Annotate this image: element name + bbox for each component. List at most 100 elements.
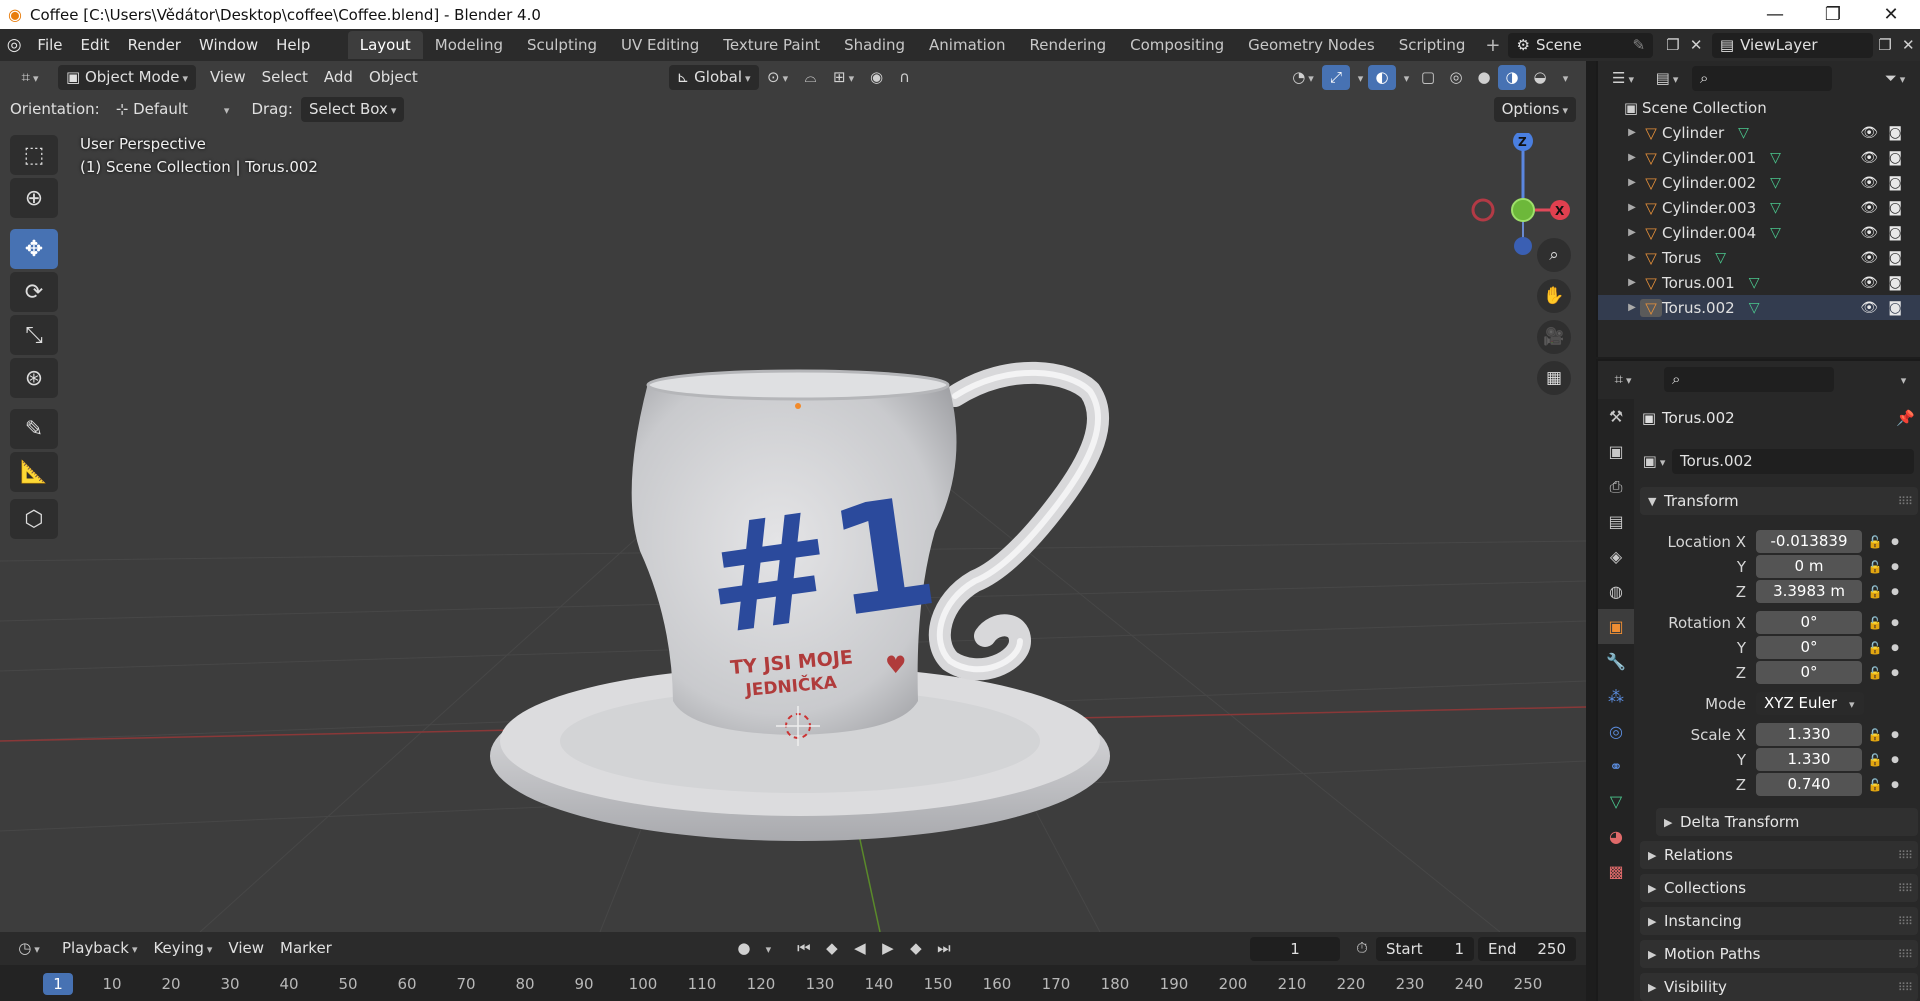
expand-icon[interactable]: ▶ (1624, 277, 1640, 288)
tab-geometry-nodes[interactable]: Geometry Nodes (1236, 31, 1387, 59)
xray-toggle-icon[interactable]: ▢ (1414, 65, 1442, 90)
tab-scripting[interactable]: Scripting (1387, 31, 1478, 59)
gizmo-dropdown-icon[interactable]: ▾ (1350, 65, 1368, 90)
rotation-mode-select[interactable]: XYZ Euler ▾ (1756, 692, 1864, 715)
tab-compositing[interactable]: Compositing (1118, 31, 1236, 59)
expand-icon[interactable]: ▶ (1624, 252, 1640, 263)
expand-icon[interactable]: ▶ (1624, 227, 1640, 238)
pan-hand-icon[interactable]: ✋ (1537, 279, 1571, 313)
expand-icon[interactable]: ▶ (1624, 177, 1640, 188)
zoom-icon[interactable]: ⌕ (1537, 238, 1571, 272)
lock-icon[interactable]: 🔓 (1862, 666, 1888, 680)
filter-icon[interactable]: ⏷ ▾ (1876, 66, 1914, 91)
menu-object[interactable]: Object (361, 65, 426, 90)
menu-select[interactable]: Select (254, 65, 316, 90)
keyframe-dot-icon[interactable]: ● (1888, 780, 1902, 790)
pivot-point-icon[interactable]: ⊙ ▾ (759, 65, 797, 90)
rotate-tool-icon[interactable]: ⟳ (10, 272, 58, 312)
eye-icon[interactable]: 👁 (1860, 300, 1878, 316)
snap-target-icon[interactable]: ⊞ ▾ (825, 65, 863, 90)
keyframe-dot-icon[interactable]: ● (1888, 730, 1902, 740)
keyframe-dot-icon[interactable]: ● (1888, 618, 1902, 628)
eye-icon[interactable]: 👁 (1860, 200, 1878, 216)
delete-view-layer-icon[interactable]: ✕ (1897, 33, 1920, 58)
options-dropdown[interactable]: Options ▾ (1493, 96, 1576, 122)
eye-icon[interactable]: 👁 (1860, 225, 1878, 241)
eye-icon[interactable]: 👁 (1860, 250, 1878, 266)
camera-icon[interactable]: ◙ (1888, 125, 1902, 141)
mesh-data-icon[interactable]: ▽ (1770, 225, 1781, 241)
camera-icon[interactable]: ◙ (1888, 300, 1902, 316)
outliner-row-cylinder[interactable]: ▶ ▽ Cylinder ▽ 👁 ◙ (1598, 120, 1920, 145)
camera-icon[interactable]: ◙ (1888, 150, 1902, 166)
visibility-selector-icon[interactable]: ◔ ▾ (1284, 65, 1322, 90)
location-y-field[interactable]: 0 m (1756, 555, 1862, 578)
location-z-field[interactable]: 3.3983 m (1756, 580, 1862, 603)
rotation-x-field[interactable]: 0° (1756, 611, 1862, 634)
solid-shading-icon[interactable]: ● (1470, 65, 1498, 90)
object-tab-icon[interactable]: ▣ (1598, 609, 1634, 644)
proportional-edit-icon[interactable]: ◉ (863, 65, 891, 90)
camera-icon[interactable]: ◙ (1888, 225, 1902, 241)
pin-icon[interactable]: 📌 (1896, 409, 1920, 427)
expand-icon[interactable]: ▶ (1624, 152, 1640, 163)
material-tab-icon[interactable]: ◕ (1598, 819, 1634, 854)
jump-start-icon[interactable]: ⏮ (790, 936, 818, 961)
material-shading-icon[interactable]: ◑ (1498, 65, 1526, 90)
lock-icon[interactable]: 🔓 (1862, 728, 1888, 742)
menu-render[interactable]: Render (119, 32, 190, 58)
scale-z-field[interactable]: 0.740 (1756, 773, 1862, 796)
mode-selector[interactable]: ▣ Object Mode ▾ (58, 65, 196, 90)
menu-keying[interactable]: Keying ▾ (145, 936, 220, 961)
play-icon[interactable]: ▶ (874, 936, 902, 961)
new-scene-icon[interactable]: ❐ (1661, 33, 1684, 58)
menu-timeline-view[interactable]: View (220, 936, 272, 961)
tab-animation[interactable]: Animation (917, 31, 1017, 59)
view-layer-selector[interactable]: ▤ ViewLayer (1711, 32, 1874, 58)
delete-scene-icon[interactable]: ✕ (1685, 33, 1708, 58)
data-tab-icon[interactable]: ▽ (1598, 784, 1634, 819)
camera-icon[interactable]: ◙ (1888, 175, 1902, 191)
next-keyframe-icon[interactable]: ◆ (902, 936, 930, 961)
location-x-field[interactable]: -0.013839 (1756, 530, 1862, 553)
lock-icon[interactable]: 🔓 (1862, 753, 1888, 767)
expand-icon[interactable]: ▶ (1624, 202, 1640, 213)
motion-paths-panel-header[interactable]: ▶ Motion Paths ⠿⠿ (1640, 940, 1918, 968)
camera-view-icon[interactable]: 🎥 (1537, 320, 1571, 354)
camera-icon[interactable]: ◙ (1888, 275, 1902, 291)
snap-toggle-icon[interactable]: ⌓ (797, 65, 825, 90)
scale-tool-icon[interactable]: ⤡ (10, 315, 58, 355)
keyframe-dot-icon[interactable]: ● (1888, 537, 1902, 547)
drag-handle-icon[interactable]: ⠿⠿ (1898, 495, 1913, 508)
jump-end-icon[interactable]: ⏭ (930, 936, 958, 961)
tab-layout[interactable]: Layout (347, 31, 423, 59)
auto-keying-icon[interactable]: ● (730, 936, 758, 961)
measure-tool-icon[interactable]: 📐 (10, 452, 58, 492)
outliner-row-cylinder-001[interactable]: ▶ ▽ Cylinder.001 ▽ 👁 ◙ (1598, 145, 1920, 170)
scene-selector[interactable]: ⚙ Scene ✎ (1508, 32, 1654, 58)
tab-texture-paint[interactable]: Texture Paint (711, 31, 832, 59)
physics-tab-icon[interactable]: ◎ (1598, 714, 1634, 749)
menu-add[interactable]: Add (316, 65, 361, 90)
shading-dropdown-icon[interactable]: ▾ (1554, 65, 1574, 90)
mesh-data-icon[interactable]: ▽ (1770, 175, 1781, 191)
timeline-editor-type-icon[interactable]: ◷ ▾ (10, 936, 48, 961)
datablock-type-icon[interactable]: ▣ ▾ (1636, 449, 1672, 474)
ortho-grid-icon[interactable]: ▦ (1537, 361, 1571, 395)
outliner-row-cylinder-004[interactable]: ▶ ▽ Cylinder.004 ▽ 👁 ◙ (1598, 220, 1920, 245)
modifier-tab-icon[interactable]: 🔧 (1598, 644, 1634, 679)
maximize-button[interactable]: ❐ (1804, 4, 1862, 25)
scale-x-field[interactable]: 1.330 (1756, 723, 1862, 746)
menu-playback[interactable]: Playback ▾ (54, 936, 145, 961)
visibility-panel-header[interactable]: ▶ Visibility ⠿⠿ (1640, 973, 1918, 1001)
transform-tool-icon[interactable]: ⊛ (10, 358, 58, 398)
camera-icon[interactable]: ◙ (1888, 200, 1902, 216)
current-frame-indicator[interactable]: 1 (43, 973, 73, 995)
outliner-row-torus-001[interactable]: ▶ ▽ Torus.001 ▽ 👁 ◙ (1598, 270, 1920, 295)
camera-icon[interactable]: ◙ (1888, 250, 1902, 266)
viewport-scene[interactable]: #1 TY JSI MOJE JEDNIČKA ♥ (0, 61, 1586, 932)
mesh-data-icon[interactable]: ▽ (1749, 300, 1760, 316)
end-frame-field[interactable]: End 250 (1478, 936, 1576, 961)
orientation-selector[interactable]: ⊹ Default ▾ (108, 97, 238, 122)
display-mode-icon[interactable]: ▤ ▾ (1648, 66, 1686, 91)
